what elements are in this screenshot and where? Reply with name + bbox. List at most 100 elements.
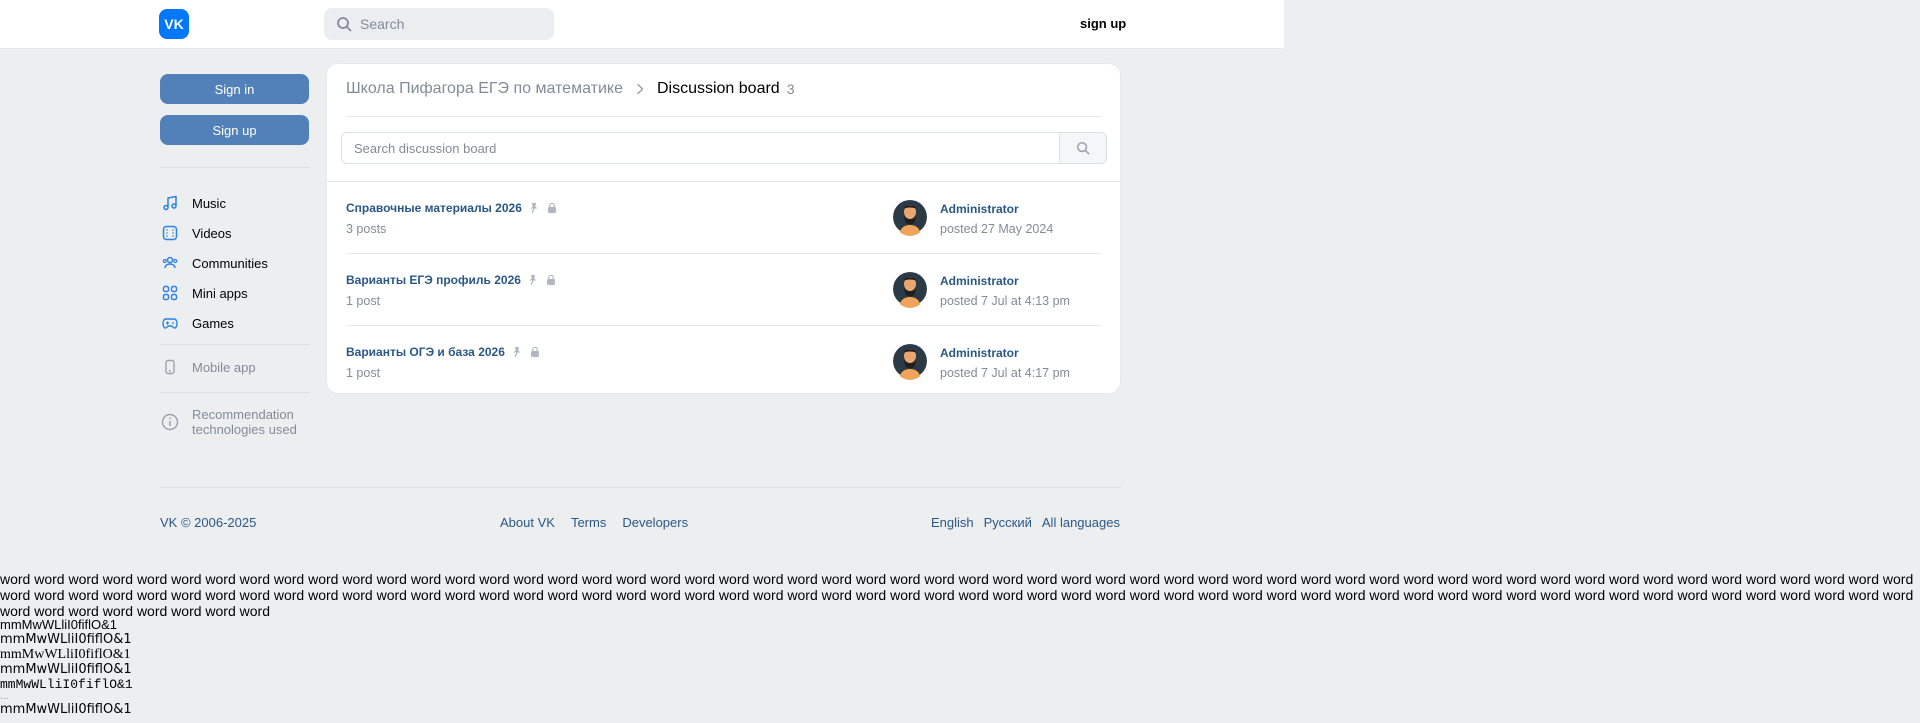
glyph-line: mmMwWLliI0fiflO&1 (0, 662, 132, 677)
glyph-line: mmMwWLliI0fiflO&1 (0, 702, 132, 717)
topic-title[interactable]: Варианты ЕГЭ профиль 2026 (346, 273, 557, 287)
pin-icon (530, 203, 538, 214)
footer-divider (160, 487, 1121, 488)
developers-link[interactable]: Developers (622, 515, 688, 530)
language-all[interactable]: All languages (1042, 515, 1120, 530)
nav-label: Music (192, 195, 226, 211)
topic-title-text[interactable]: Варианты ЕГЭ профиль 2026 (346, 273, 521, 287)
topic-title[interactable]: Справочные материалы 2026 (346, 201, 558, 215)
topic-count: 3 (786, 81, 795, 97)
topic-row[interactable]: Варианты ЕГЭ профиль 2026 1 post Adminis… (346, 253, 1101, 325)
author-link[interactable]: Administrator (940, 274, 1070, 288)
page-title: Discussion board (656, 80, 780, 97)
nav-label: Games (192, 315, 234, 331)
terms-link[interactable]: Terms (571, 515, 606, 530)
topic-title[interactable]: Варианты ОГЭ и база 2026 (346, 345, 541, 359)
nav-label: Mini apps (192, 285, 248, 301)
chevron-right-icon (637, 83, 644, 95)
divider (160, 167, 310, 168)
test-words: word word word word word word word word … (0, 571, 1914, 619)
topic-last-post: Administrator posted 7 Jul at 4:17 pm (893, 342, 1070, 380)
footer-copyright: VK © 2006-2025 (160, 515, 257, 530)
nav-label: Communities (192, 255, 268, 271)
board-search: Search discussion board (341, 132, 1107, 164)
topic-post-count: 3 posts (346, 222, 387, 236)
music-icon (163, 195, 177, 211)
nav-item-games[interactable]: Games (160, 308, 268, 338)
gamepad-icon (162, 318, 178, 329)
topic-post-count: 1 post (346, 294, 381, 308)
side-nav: Music Videos Communities Mini apps Games (160, 188, 268, 338)
nav-label: Videos (192, 225, 232, 241)
avatar[interactable] (893, 198, 927, 236)
lock-icon (547, 202, 556, 213)
communities-icon (162, 256, 178, 269)
board-search-placeholder: Search discussion board (354, 140, 497, 156)
language-english[interactable]: English (931, 515, 974, 530)
topic-list: Справочные материалы 2026 3 posts Admini… (326, 181, 1121, 397)
mobile-app-label: Mobile app (192, 359, 256, 375)
topic-post-count: 1 post (346, 366, 381, 380)
search-icon (1076, 141, 1090, 155)
signup-link[interactable]: sign up (1080, 16, 1126, 31)
video-icon (162, 225, 178, 241)
glyph-line: mmMwWLliI0fiflO&1 (0, 617, 118, 632)
search-input[interactable]: Search (324, 8, 554, 40)
topic-title-text[interactable]: Варианты ОГЭ и база 2026 (346, 345, 505, 359)
board-search-button[interactable] (1060, 132, 1107, 164)
pin-icon (513, 347, 521, 358)
divider (160, 344, 310, 345)
divider (346, 116, 1101, 117)
recommendation-label: Recommendation technologies used (192, 407, 297, 437)
recommendation-link[interactable]: Recommendation technologies used (160, 407, 297, 437)
info-icon (161, 413, 179, 431)
phone-icon (165, 359, 175, 375)
topic-info: Справочные материалы 2026 3 posts (346, 201, 558, 236)
mobile-app-link[interactable]: Mobile app (160, 359, 256, 375)
about-link[interactable]: About VK (500, 515, 555, 530)
glyph-line: mmMwWLliI0fiflO&1 (0, 647, 131, 662)
lock-icon (546, 274, 555, 285)
topic-info: Варианты ОГЭ и база 2026 1 post (346, 345, 541, 380)
discussion-board-card: Школа Пифагора ЕГЭ по математике Discuss… (326, 63, 1121, 394)
topic-last-post: Administrator posted 27 May 2024 (893, 198, 1053, 236)
board-search-input[interactable]: Search discussion board (341, 132, 1060, 164)
vk-logo[interactable]: VK (159, 9, 189, 39)
topic-info: Варианты ЕГЭ профиль 2026 1 post (346, 273, 557, 308)
breadcrumb-group-link[interactable]: Школа Пифагора ЕГЭ по математике (346, 80, 623, 98)
author-link[interactable]: Administrator (940, 202, 1053, 216)
recommendation-line-2: technologies used (192, 422, 297, 437)
topic-last-post: Administrator posted 7 Jul at 4:13 pm (893, 270, 1070, 308)
nav-item-mini-apps[interactable]: Mini apps (160, 278, 268, 308)
author-link[interactable]: Administrator (940, 346, 1070, 360)
search-icon (337, 17, 352, 32)
breadcrumb: Школа Пифагора ЕГЭ по математике Discuss… (346, 80, 795, 98)
avatar[interactable] (893, 342, 927, 380)
footer-links: About VK Terms Developers (500, 515, 688, 530)
glyph-line: mmMwWLliI0fiflO&1 (0, 632, 132, 647)
post-date[interactable]: posted 7 Jul at 4:17 pm (940, 366, 1070, 380)
nav-item-videos[interactable]: Videos (160, 218, 268, 248)
pin-icon (529, 275, 537, 286)
language-russian[interactable]: Русский (984, 515, 1032, 530)
sign-in-button[interactable]: Sign in (160, 74, 309, 104)
glyph-line: mmMwWLliI0fiflO&1 (0, 677, 133, 692)
topic-row[interactable]: Справочные материалы 2026 3 posts Admini… (326, 182, 1121, 253)
sign-up-button[interactable]: Sign up (160, 115, 309, 145)
avatar[interactable] (893, 270, 927, 308)
mini-apps-icon (162, 285, 178, 301)
glyph-line: ... (0, 692, 9, 702)
recommendation-line-1: Recommendation (192, 407, 294, 422)
top-bar: VK Search sign up (0, 0, 1284, 49)
topic-row[interactable]: Варианты ОГЭ и база 2026 1 post Administ… (346, 325, 1101, 397)
divider (160, 392, 310, 393)
language-links: English Русский All languages (931, 515, 1120, 530)
topic-title-text[interactable]: Справочные материалы 2026 (346, 201, 522, 215)
post-date[interactable]: posted 27 May 2024 (940, 222, 1053, 236)
search-placeholder: Search (360, 16, 405, 32)
nav-item-music[interactable]: Music (160, 188, 268, 218)
test-glyphs: mmMwWLliI0fiflO&1 mmMwWLliI0fiflO&1 mmMw… (0, 617, 133, 717)
post-date[interactable]: posted 7 Jul at 4:13 pm (940, 294, 1070, 308)
lock-icon (530, 346, 539, 357)
nav-item-communities[interactable]: Communities (160, 248, 268, 278)
